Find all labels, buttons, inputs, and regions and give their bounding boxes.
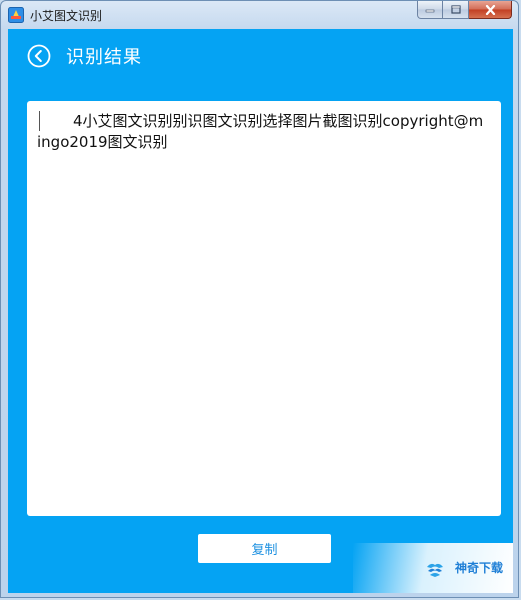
main-content: 识别结果 4小艾图文识别别识图文识别选择图片截图识别copyright@ming… [8, 29, 513, 593]
page-header: 识别结果 [8, 29, 513, 85]
minimize-button[interactable] [417, 1, 443, 19]
maximize-button[interactable] [443, 1, 469, 19]
page-title: 识别结果 [66, 47, 142, 68]
copy-button-label: 复制 [251, 543, 278, 558]
watermark-logo-icon [427, 563, 443, 577]
maximize-icon [450, 5, 461, 14]
app-window: 小艾图文识别 识别结果 4小艾图文识别别识图文识别选择图片截图识别copyrig… [0, 0, 519, 598]
watermark-text: 神奇下载 [454, 561, 503, 575]
result-text[interactable]: 4小艾图文识别别识图文识别选择图片截图识别copyright@mingo2019… [37, 111, 487, 153]
minimize-icon [425, 9, 435, 12]
watermark: 神奇下载 [353, 543, 513, 593]
app-icon [8, 7, 24, 23]
title-bar[interactable]: 小艾图文识别 [1, 1, 518, 29]
close-button[interactable] [469, 1, 512, 19]
window-controls [417, 1, 512, 19]
close-icon [485, 4, 495, 15]
result-text-area[interactable]: 4小艾图文识别别识图文识别选择图片截图识别copyright@mingo2019… [27, 101, 501, 516]
back-button[interactable] [27, 44, 51, 68]
window-title: 小艾图文识别 [30, 9, 103, 23]
copy-button[interactable]: 复制 [198, 534, 331, 563]
